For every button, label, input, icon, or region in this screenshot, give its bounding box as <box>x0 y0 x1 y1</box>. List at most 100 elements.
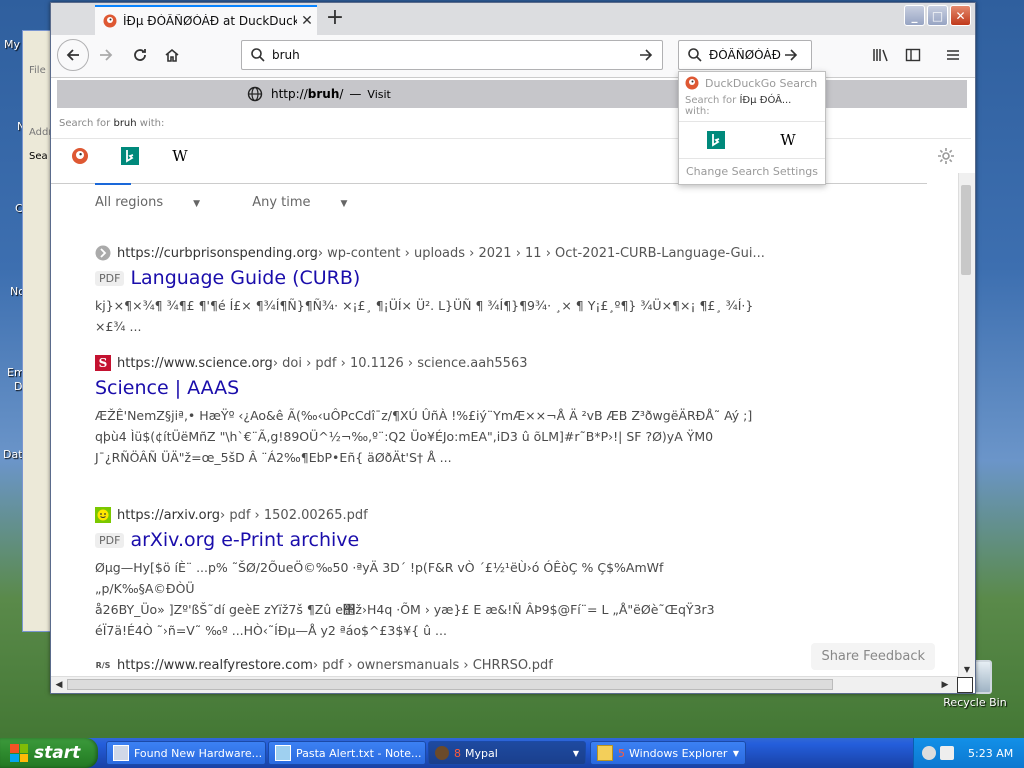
back-arrow-icon <box>66 49 79 61</box>
taskbar-item-label: Pasta Alert.txt - Note... <box>296 746 422 760</box>
search-result: R/S https://www.realfyrestore.com › pdf … <box>95 657 755 673</box>
change-search-settings-link[interactable]: Change Search Settings <box>679 159 825 178</box>
taskbar-item-count: 5 <box>618 746 625 760</box>
minimize-button[interactable]: _ <box>904 5 925 26</box>
search-filters: All regions ▼ Any time ▼ <box>95 195 395 210</box>
active-tab-underline <box>95 183 131 185</box>
search-settings-button[interactable] <box>935 145 957 167</box>
vertical-scroll-thumb[interactable] <box>961 185 971 275</box>
taskbar-item-count: 8 <box>454 746 461 760</box>
taskbar-item-mypal[interactable]: 8 Mypal ▼ <box>428 741 586 765</box>
arxiv-icon <box>95 507 111 523</box>
tab-title: ÍÐµ ÐÓÂÑØÓÁÐ at DuckDuckGo <box>123 14 297 28</box>
sidebar-icon <box>905 48 921 62</box>
reload-button[interactable] <box>125 40 155 70</box>
volume-tray-icon[interactable] <box>940 746 954 760</box>
result-url[interactable]: https://arxiv.org › pdf › 1502.00265.pdf <box>95 507 755 523</box>
navigation-toolbar <box>51 35 975 78</box>
result-url[interactable]: R/S https://www.realfyrestore.com › pdf … <box>95 657 755 673</box>
maximize-button[interactable]: □ <box>927 5 948 26</box>
result-url[interactable]: S https://www.science.org › doi › pdf › … <box>95 355 755 371</box>
window-controls: _ □ ✕ <box>904 5 971 26</box>
result-host: https://www.science.org <box>117 355 273 371</box>
home-button[interactable] <box>157 40 187 70</box>
chevron-down-icon: ▼ <box>732 748 739 758</box>
suggestion-visit-row[interactable]: http:// bruh / — Visit <box>57 80 967 108</box>
hardware-icon <box>113 745 129 761</box>
sidebar-button[interactable] <box>901 43 925 67</box>
scroll-down-arrow-icon[interactable]: ▼ <box>959 665 975 677</box>
tab-close-icon[interactable]: ✕ <box>297 13 317 29</box>
new-tab-button[interactable]: + <box>323 7 347 31</box>
suggestion-url-suffix: / <box>339 87 344 101</box>
popup-engines: W <box>679 122 825 159</box>
go-arrow-icon[interactable] <box>638 47 654 63</box>
taskbar-item-hardware[interactable]: Found New Hardware... <box>106 741 266 765</box>
scroll-left-arrow-icon[interactable]: ◀ <box>51 677 67 693</box>
suggestion-dash: — <box>349 87 362 101</box>
horizontal-scroll-thumb[interactable] <box>67 679 833 690</box>
taskbar-item-notepad[interactable]: Pasta Alert.txt - Note... <box>268 741 426 765</box>
popup-engine-wikipedia-button[interactable]: W <box>777 129 799 151</box>
popup-header[interactable]: DuckDuckGo Search <box>679 72 825 93</box>
back-button[interactable] <box>57 39 89 71</box>
engine-duckduckgo-button[interactable] <box>69 145 91 167</box>
vertical-scrollbar[interactable]: ▼ <box>958 173 975 677</box>
scroll-up-arrow-icon[interactable] <box>959 175 975 187</box>
recycle-bin-label: Recycle Bin <box>943 696 1007 709</box>
search-bar[interactable] <box>678 40 812 70</box>
tab-duckduckgo[interactable]: ÍÐµ ÐÓÂÑØÓÁÐ at DuckDuckGo ✕ <box>95 5 317 35</box>
clock[interactable]: 5:23 AM <box>968 747 1013 760</box>
suggestion-url-prefix: http:// <box>271 87 308 101</box>
bing-icon <box>707 131 725 149</box>
search-icon <box>251 48 265 62</box>
realfyre-icon: R/S <box>95 660 111 670</box>
result-title-link[interactable]: Language Guide (CURB) <box>130 267 360 289</box>
result-title-link[interactable]: Science | AAAS <box>95 377 239 399</box>
desktop-icon-label[interactable]: My <box>4 38 20 51</box>
search-result: https://curbprisonspending.org › wp-cont… <box>95 245 765 337</box>
pdf-badge: PDF <box>95 532 125 548</box>
bg-menu-file[interactable]: File <box>29 65 46 76</box>
bg-search-label[interactable]: Sea <box>29 151 48 162</box>
search-go-arrow-icon[interactable] <box>783 47 799 63</box>
engine-wikipedia-button[interactable]: W <box>169 145 191 167</box>
duckduckgo-icon <box>685 76 699 90</box>
search-result: https://arxiv.org › pdf › 1502.00265.pdf… <box>95 507 755 641</box>
result-path: › doi › pdf › 10.1126 › science.aah5563 <box>272 355 528 371</box>
time-filter[interactable]: Any time ▼ <box>252 195 371 210</box>
url-bar[interactable] <box>241 40 663 70</box>
popup-engine-bing-button[interactable] <box>705 129 727 151</box>
library-button[interactable] <box>869 43 893 67</box>
result-path: › pdf › 1502.00265.pdf <box>220 507 368 523</box>
network-tray-icon[interactable] <box>922 746 936 760</box>
taskbar-item-label: Found New Hardware... <box>134 746 263 760</box>
close-window-button[interactable]: ✕ <box>950 5 971 26</box>
forward-button[interactable] <box>91 40 121 70</box>
result-title-link[interactable]: arXiv.org e-Print archive <box>130 529 359 551</box>
gear-icon <box>938 148 954 164</box>
engine-bing-button[interactable] <box>119 145 141 167</box>
suggestion-url-bold: bruh <box>307 87 340 101</box>
search-input[interactable] <box>707 47 783 63</box>
search-for-suffix: with: <box>136 118 165 129</box>
wikipedia-icon: W <box>780 131 796 149</box>
taskbar-item-explorer[interactable]: 5 Windows Explorer ▼ <box>590 741 746 765</box>
result-snippet: Øµg—Hy[$ö íÈ¨ ...p% ˜ŠØ/2ÕueÖ©‰50 ·ªyÄ 3… <box>95 560 715 638</box>
share-feedback-button[interactable]: Share Feedback <box>811 643 935 670</box>
start-button[interactable]: start <box>0 738 98 768</box>
result-url[interactable]: https://curbprisonspending.org › wp-cont… <box>95 245 765 261</box>
taskbar-item-label: Mypal <box>465 746 498 760</box>
folder-icon <box>597 745 613 761</box>
region-filter[interactable]: All regions ▼ <box>95 195 224 210</box>
scroll-right-arrow-icon[interactable]: ▶ <box>937 677 953 693</box>
resize-grip[interactable] <box>957 677 973 693</box>
search-for-term: bruh <box>113 118 137 129</box>
result-host: https://www.realfyrestore.com <box>117 657 313 673</box>
time-filter-label: Any time <box>252 195 311 210</box>
menu-button[interactable] <box>941 43 965 67</box>
horizontal-scrollbar[interactable]: ◀ ▶ <box>51 676 959 693</box>
browser-window: ÍÐµ ÐÓÂÑØÓÁÐ at DuckDuckGo ✕ + _ □ ✕ bru… <box>50 2 976 694</box>
url-input[interactable] <box>270 47 638 63</box>
windows-flag-icon <box>10 744 28 762</box>
